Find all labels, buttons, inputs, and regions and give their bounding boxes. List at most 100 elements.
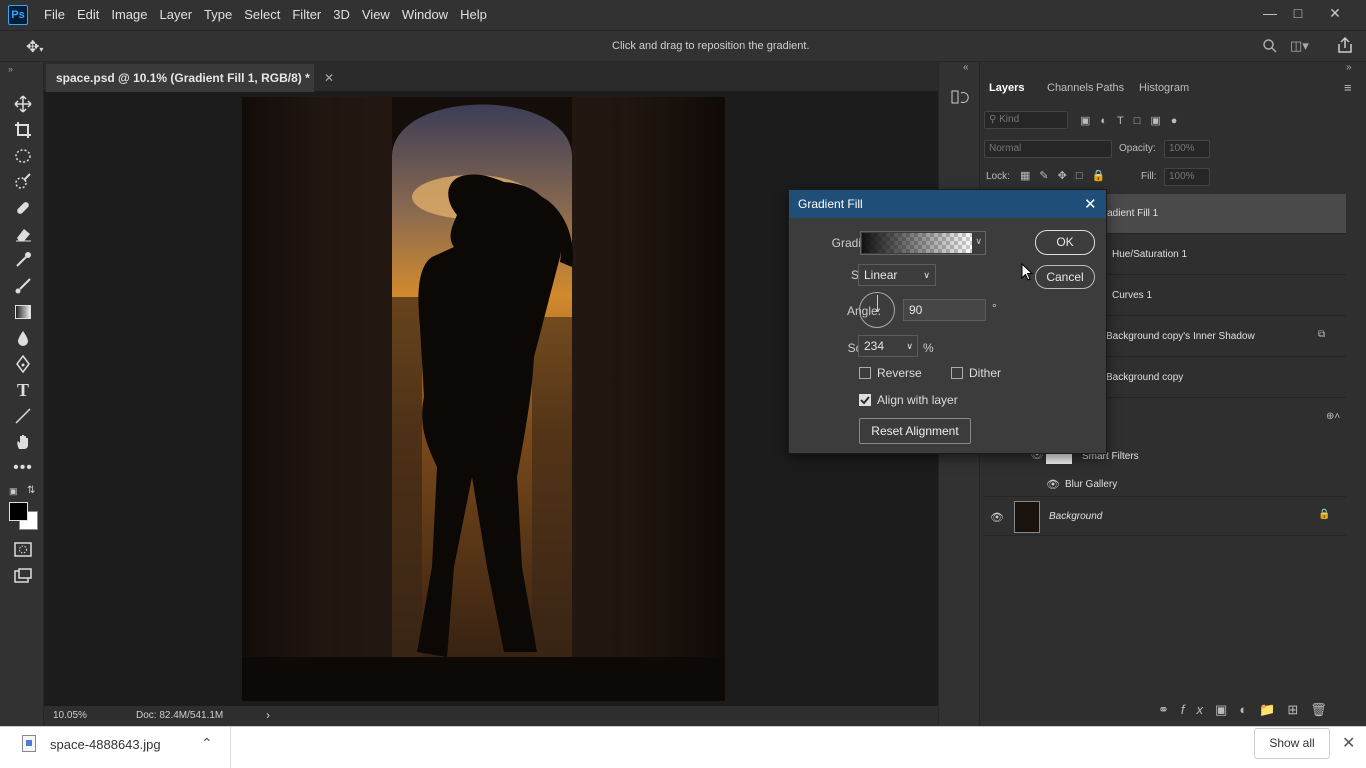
menu-select[interactable]: Select [238, 0, 286, 30]
dither-label: Dither [969, 366, 1002, 380]
menu-view[interactable]: View [356, 0, 396, 30]
angle-unit: ° [992, 301, 997, 315]
gradient-tool-icon[interactable] [12, 302, 34, 322]
quick-selection-tool-icon[interactable] [12, 172, 34, 192]
dialog-close-icon[interactable]: ✕ [1084, 195, 1097, 213]
reverse-checkbox[interactable] [859, 367, 871, 379]
workspace-icon[interactable]: ◫▾ [1290, 38, 1316, 54]
quick-mask-icon[interactable] [12, 540, 34, 560]
line-tool-icon[interactable] [12, 406, 34, 426]
tab-channels[interactable]: Channels [1047, 76, 1093, 100]
reset-alignment-button[interactable]: Reset Alignment [859, 418, 971, 444]
blur-gallery-label[interactable]: Blur Gallery [1065, 479, 1117, 490]
blur-tool-icon[interactable] [12, 328, 34, 348]
healing-brush-tool-icon[interactable] [12, 198, 34, 218]
share-icon[interactable] [1336, 36, 1354, 54]
angle-input[interactable]: 90 [903, 299, 986, 321]
pen-tool-icon[interactable] [12, 354, 34, 374]
document-image[interactable] [242, 97, 725, 701]
maximize-button[interactable]: □ [1281, 0, 1315, 26]
show-all-button[interactable]: Show all [1254, 728, 1330, 759]
gradient-picker[interactable]: ∨ [860, 231, 986, 255]
menu-bar: Ps File Edit Image Layer Type Select Fil… [0, 0, 1366, 30]
download-file-name[interactable]: space-4888643.jpg [50, 737, 161, 752]
opacity-value: 100% [1169, 143, 1195, 154]
dither-checkbox[interactable] [951, 367, 963, 379]
layer-actions-bar[interactable]: ⚭fx▣◐📁⊞🗑 [1158, 702, 1339, 718]
menu-3d[interactable]: 3D [327, 0, 356, 30]
chevron-down-icon[interactable]: ∨ [906, 336, 913, 356]
history-panel-icon[interactable] [951, 88, 969, 106]
menu-layer[interactable]: Layer [154, 0, 199, 30]
close-tab-icon[interactable]: ✕ [324, 64, 334, 92]
collapse-panel-icon[interactable]: » [1346, 62, 1352, 73]
eyedropper-tool-icon[interactable] [12, 250, 34, 270]
blend-mode-value: Normal [989, 143, 1022, 154]
hand-tool-icon[interactable] [12, 432, 34, 452]
swap-colors-icon[interactable]: ⇅ [27, 485, 35, 496]
tab-paths[interactable]: Paths [1096, 76, 1124, 100]
search-icon[interactable] [1262, 38, 1278, 54]
foreground-color-swatch[interactable] [9, 502, 28, 521]
download-bar: space-4888643.jpg ⌃ Show all ✕ [0, 726, 1366, 768]
blend-mode-select[interactable]: Normal [984, 140, 1112, 158]
reverse-label: Reverse [877, 366, 922, 380]
layer-filter-kind[interactable]: ⚲ Kind [984, 111, 1068, 129]
collapse-toolbar-icon[interactable]: » [8, 64, 13, 74]
default-colors-icon[interactable]: ▣ [9, 486, 18, 497]
menu-help[interactable]: Help [454, 0, 493, 30]
linked-layer-icon: ⧉ [1318, 329, 1326, 340]
photoshop-logo: Ps [8, 5, 28, 25]
chevron-up-icon[interactable]: ⌃ [201, 735, 213, 752]
scale-input[interactable]: 234 ∨ [858, 335, 918, 357]
layer-filter-icons[interactable]: ▣◐T□▣● [1080, 114, 1187, 127]
type-tool-icon[interactable]: T [12, 380, 34, 400]
menu-file[interactable]: File [38, 0, 71, 30]
menu-image[interactable]: Image [105, 0, 153, 30]
doc-size-info: Doc: 82.4M/541.1M [136, 710, 224, 721]
crop-tool-icon[interactable] [12, 120, 34, 140]
eraser-tool-icon[interactable] [12, 224, 34, 244]
expand-panels-icon[interactable]: « [963, 62, 969, 73]
document-tab[interactable]: space.psd @ 10.1% (Gradient Fill 1, RGB/… [46, 64, 334, 92]
visibility-eye-icon[interactable]: 👁 [1046, 478, 1060, 491]
tab-histogram[interactable]: Histogram [1139, 76, 1189, 100]
tools-panel: » T ••• ▣ ⇅ [0, 62, 44, 726]
opacity-input[interactable]: 100% [1164, 140, 1210, 158]
screen-mode-icon[interactable] [12, 566, 34, 586]
menu-edit[interactable]: Edit [71, 0, 105, 30]
close-download-bar-icon[interactable]: ✕ [1342, 733, 1355, 753]
move-tool-icon[interactable] [12, 94, 34, 114]
move-tool-preset-icon[interactable]: ✥▾ [26, 37, 56, 56]
style-select[interactable]: Linear ∨ [858, 264, 936, 286]
ok-button[interactable]: OK [1035, 230, 1095, 255]
lock-icons[interactable]: ▦✎✥□🔒 [1020, 169, 1114, 182]
kind-label: Kind [999, 114, 1020, 125]
layer-row-background[interactable]: 👁 Background 🔒 [984, 496, 1346, 536]
hint-text: Click and drag to reposition the gradien… [612, 40, 810, 52]
ellipse-marquee-tool-icon[interactable] [12, 146, 34, 166]
scale-unit: % [923, 341, 934, 355]
menu-filter[interactable]: Filter [286, 0, 327, 30]
fill-input[interactable]: 100% [1164, 168, 1210, 186]
status-menu-arrow-icon[interactable]: › [266, 708, 270, 722]
gradient-preview[interactable] [862, 233, 972, 253]
opacity-label: Opacity: [1119, 143, 1156, 154]
zoom-level[interactable]: 10.05% [53, 710, 87, 721]
visibility-eye-icon[interactable]: 👁 [990, 511, 1004, 524]
document-tab-title: space.psd @ 10.1% (Gradient Fill 1, RGB/… [56, 71, 310, 85]
brush-tool-icon[interactable] [12, 276, 34, 296]
document-tab-bar: space.psd @ 10.1% (Gradient Fill 1, RGB/… [44, 62, 938, 92]
panel-menu-icon[interactable]: ≡ [1344, 76, 1352, 100]
mouse-cursor-icon [1021, 262, 1034, 281]
tab-layers[interactable]: Layers [989, 76, 1024, 100]
angle-dial[interactable] [859, 292, 895, 328]
divider [230, 727, 231, 768]
more-tools-icon[interactable]: ••• [12, 458, 34, 478]
menu-window[interactable]: Window [396, 0, 454, 30]
align-checkbox[interactable] [859, 394, 871, 406]
close-window-button[interactable]: ✕ [1318, 0, 1352, 26]
cancel-button[interactable]: Cancel [1035, 265, 1095, 289]
menu-type[interactable]: Type [198, 0, 238, 30]
layer-name: Background copy [1106, 372, 1184, 383]
